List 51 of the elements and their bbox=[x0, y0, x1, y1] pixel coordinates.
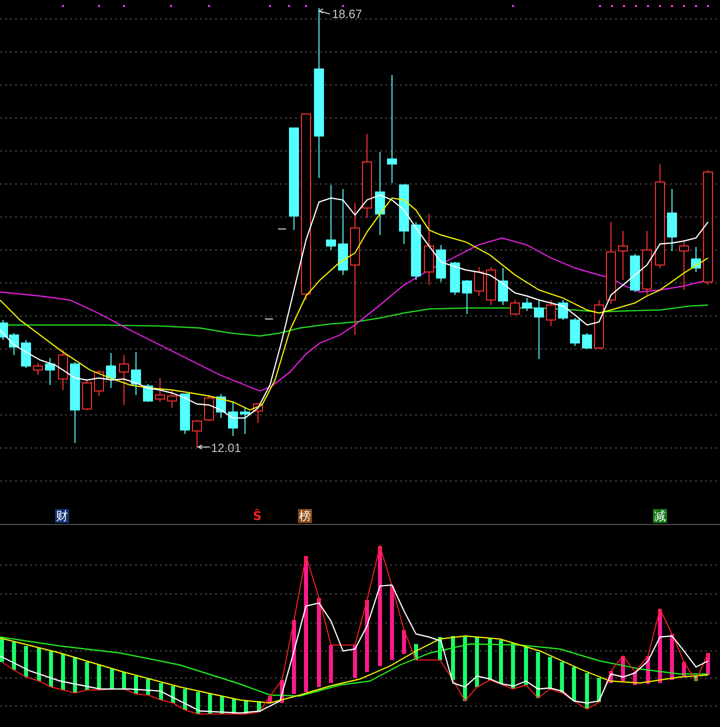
candlestick bbox=[45, 358, 55, 386]
candlestick bbox=[58, 350, 68, 390]
candlestick bbox=[180, 394, 190, 434]
candlestick bbox=[691, 246, 701, 272]
candlestick bbox=[204, 394, 214, 422]
candlestick bbox=[192, 420, 202, 448]
candlestick bbox=[474, 266, 484, 296]
candlestick bbox=[21, 340, 31, 368]
candlestick bbox=[534, 300, 544, 360]
signal-mark: Ŝ bbox=[252, 509, 263, 523]
candlestick bbox=[436, 244, 446, 282]
candlestick bbox=[131, 352, 141, 396]
candlestick bbox=[326, 184, 336, 250]
candlestick bbox=[228, 402, 238, 436]
candlestick bbox=[264, 318, 274, 320]
candlestick bbox=[119, 354, 129, 406]
candlestick bbox=[630, 254, 640, 292]
candlestick bbox=[33, 362, 43, 376]
candlestick bbox=[594, 300, 604, 350]
candlestick bbox=[399, 184, 409, 244]
candlestick bbox=[618, 230, 628, 280]
candlestick bbox=[240, 408, 250, 434]
candlestick bbox=[411, 222, 421, 280]
candlestick bbox=[558, 300, 568, 320]
candlestick bbox=[462, 280, 472, 314]
candlestick bbox=[9, 332, 19, 356]
candlestick bbox=[486, 266, 496, 306]
candlestick bbox=[522, 298, 532, 312]
candlestick bbox=[82, 380, 92, 410]
candlestick bbox=[667, 188, 677, 252]
candlestick bbox=[167, 390, 177, 408]
event-tag: 减 bbox=[653, 509, 667, 523]
candlestick bbox=[642, 230, 652, 296]
candlestick bbox=[278, 228, 286, 230]
candlestick bbox=[510, 300, 520, 316]
candlestick bbox=[253, 402, 263, 424]
event-tag: 榜 bbox=[298, 509, 312, 523]
candlestick bbox=[143, 384, 153, 402]
candlestick bbox=[570, 318, 580, 346]
candlestick bbox=[106, 352, 116, 388]
candlestick bbox=[582, 332, 592, 350]
candlestick bbox=[498, 268, 508, 306]
high-price-label: 18.67 bbox=[318, 7, 362, 21]
candlestick bbox=[216, 394, 226, 418]
candlestick bbox=[450, 262, 460, 296]
event-tag: 财 bbox=[55, 509, 69, 523]
candlestick bbox=[424, 214, 434, 286]
candlestick bbox=[155, 378, 165, 402]
candlestick bbox=[679, 240, 689, 290]
low-price-label: 12.01 bbox=[196, 441, 242, 455]
candlestick bbox=[546, 300, 556, 326]
